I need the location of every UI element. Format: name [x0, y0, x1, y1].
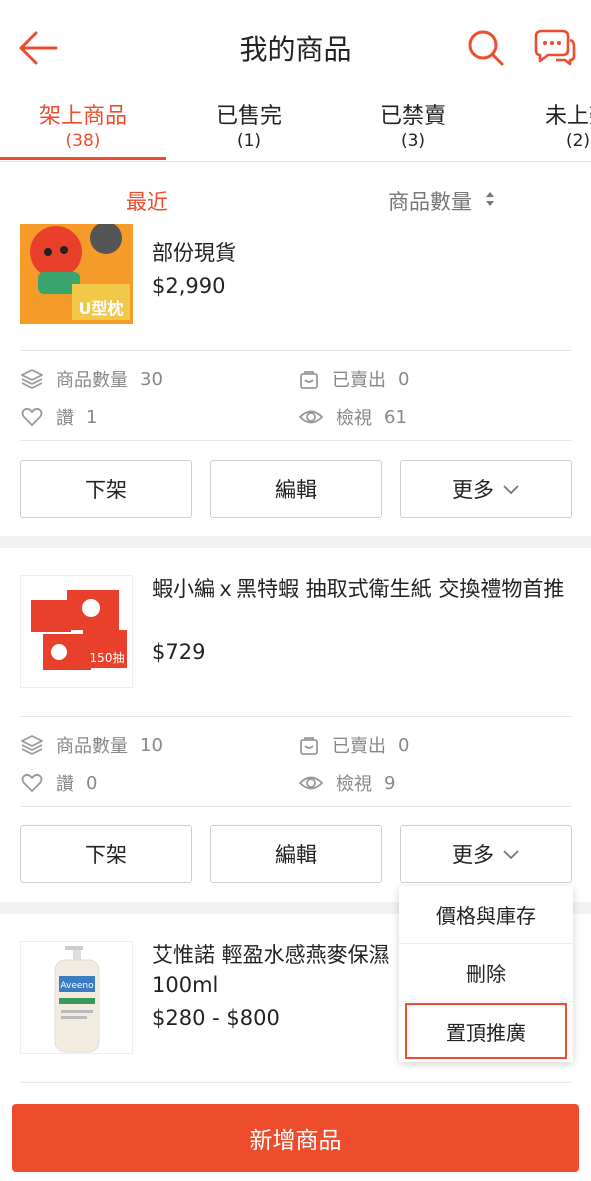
- product-thumbnail[interactable]: 150抽: [20, 575, 133, 688]
- sort-bar: 最近 商品數量: [0, 162, 591, 232]
- product-card: 150抽 蝦小編ｘ黑特蝦 抽取式衛生紙 交換禮物首推 $729 商品數量 10 已…: [0, 548, 591, 902]
- chat-button[interactable]: [528, 26, 578, 70]
- unlist-button[interactable]: 下架: [20, 460, 192, 518]
- divider: [20, 1082, 572, 1083]
- stat-value: 0: [86, 772, 98, 794]
- views-stat: 檢視 61: [298, 404, 407, 430]
- menu-item-boost[interactable]: 置頂推廣: [405, 1003, 567, 1059]
- stat-label: 已賣出: [332, 370, 386, 391]
- tab-banned[interactable]: 已禁賣 (3): [330, 92, 496, 161]
- section-gap: [0, 536, 591, 548]
- sold-stat: 已賣出 0: [298, 732, 409, 758]
- stat-value: 0: [398, 734, 410, 756]
- more-label: 更多: [452, 843, 494, 867]
- product-name: 部份現貨: [152, 241, 236, 265]
- product-name: 蝦小編ｘ黑特蝦 抽取式衛生紙 交換禮物首推: [152, 577, 565, 601]
- layers-icon: [21, 735, 43, 755]
- product-card: U型枕 部份現貨 $2,990 商品數量 30 已賣出 0 讚1 檢視 61 下架 編…: [0, 224, 591, 536]
- top-bar: 我的商品: [0, 0, 591, 92]
- stat-label: 讚: [56, 774, 74, 795]
- tab-count: (2): [565, 131, 591, 151]
- menu-item-price-stock[interactable]: 價格與庫存: [399, 886, 573, 944]
- more-button[interactable]: 更多: [400, 825, 572, 883]
- search-icon: [468, 30, 504, 66]
- stat-value: 1: [86, 406, 98, 428]
- tab-listed[interactable]: 架上商品 (38): [0, 92, 166, 161]
- heart-icon: [21, 773, 43, 792]
- stock-stat: 商品數量 10: [20, 732, 163, 758]
- sold-stat: 已賣出 0: [298, 366, 409, 392]
- stock-stat: 商品數量 30: [20, 366, 163, 392]
- stat-label: 讚: [56, 408, 74, 429]
- chevron-down-icon: [503, 850, 519, 860]
- sort-arrows-icon: [486, 192, 494, 206]
- stat-value: 30: [140, 368, 163, 390]
- thumb-text: 150抽: [90, 651, 125, 665]
- divider: [20, 440, 572, 441]
- search-button[interactable]: [464, 26, 508, 70]
- likes-stat: 讚0: [20, 770, 97, 796]
- sort-quantity[interactable]: 商品數量: [388, 186, 472, 216]
- lotion-product-image: Aveeno: [21, 942, 132, 1053]
- stat-value: 9: [384, 772, 396, 794]
- product-price: $280 - $800: [152, 1006, 280, 1030]
- divider: [20, 350, 572, 351]
- stat-value: 61: [384, 406, 407, 428]
- eye-icon: [298, 410, 324, 424]
- stat-value: 0: [398, 368, 410, 390]
- active-tab-indicator: [0, 157, 166, 160]
- add-product-button[interactable]: 新增商品: [12, 1104, 579, 1172]
- stat-label: 商品數量: [56, 736, 128, 757]
- tab-sold-out[interactable]: 已售完 (1): [166, 92, 332, 161]
- unlist-button[interactable]: 下架: [20, 825, 192, 883]
- stat-value: 10: [140, 734, 163, 756]
- views-stat: 檢視 9: [298, 770, 395, 796]
- stat-label: 檢視: [336, 774, 372, 795]
- product-price: $2,990: [152, 274, 226, 298]
- status-tabs: 架上商品 (38) 已售完 (1) 已禁賣 (3) 未上架 (2): [0, 92, 591, 162]
- tab-label: 已售完: [215, 104, 282, 129]
- thumb-text: Aveeno: [60, 981, 94, 991]
- tab-label: 已禁賣: [379, 104, 446, 129]
- likes-stat: 讚1: [20, 404, 97, 430]
- tab-label: 未上架: [544, 104, 591, 129]
- product-price: $729: [152, 640, 206, 664]
- eye-icon: [298, 776, 324, 790]
- tissue-product-image: 150抽: [21, 576, 132, 687]
- product-thumbnail[interactable]: U型枕: [20, 224, 133, 324]
- more-actions-menu: 價格與庫存 刪除 置頂推廣: [399, 886, 573, 1062]
- stat-label: 商品數量: [56, 370, 128, 391]
- shopping-bag-icon: [300, 371, 318, 389]
- edit-button[interactable]: 編輯: [210, 460, 382, 518]
- divider: [20, 716, 572, 717]
- tab-count: (38): [65, 131, 101, 151]
- divider: [20, 806, 572, 807]
- bottom-bar: 新增商品: [0, 1090, 591, 1181]
- sort-recent[interactable]: 最近: [126, 186, 168, 216]
- tab-unlisted[interactable]: 未上架 (2): [495, 92, 591, 161]
- layers-icon: [21, 369, 43, 389]
- product-name: 艾惟諾 輕盈水感燕麥保濕: [152, 943, 390, 967]
- more-label: 更多: [452, 478, 494, 502]
- tab-label: 架上商品: [38, 104, 127, 129]
- shopping-bag-icon: [300, 737, 318, 755]
- edit-button[interactable]: 編輯: [210, 825, 382, 883]
- more-button[interactable]: 更多: [400, 460, 572, 518]
- heart-icon: [21, 407, 43, 426]
- stat-label: 已賣出: [332, 736, 386, 757]
- chat-icon: [534, 29, 576, 66]
- menu-item-delete[interactable]: 刪除: [399, 944, 573, 1002]
- product-thumbnail[interactable]: Aveeno: [20, 941, 133, 1054]
- thumb-text: U型枕: [79, 299, 124, 318]
- tab-count: (1): [236, 131, 262, 151]
- stat-label: 檢視: [336, 408, 372, 429]
- pillow-product-image: U型枕: [20, 224, 133, 324]
- chevron-down-icon: [503, 485, 519, 495]
- tab-count: (3): [400, 131, 426, 151]
